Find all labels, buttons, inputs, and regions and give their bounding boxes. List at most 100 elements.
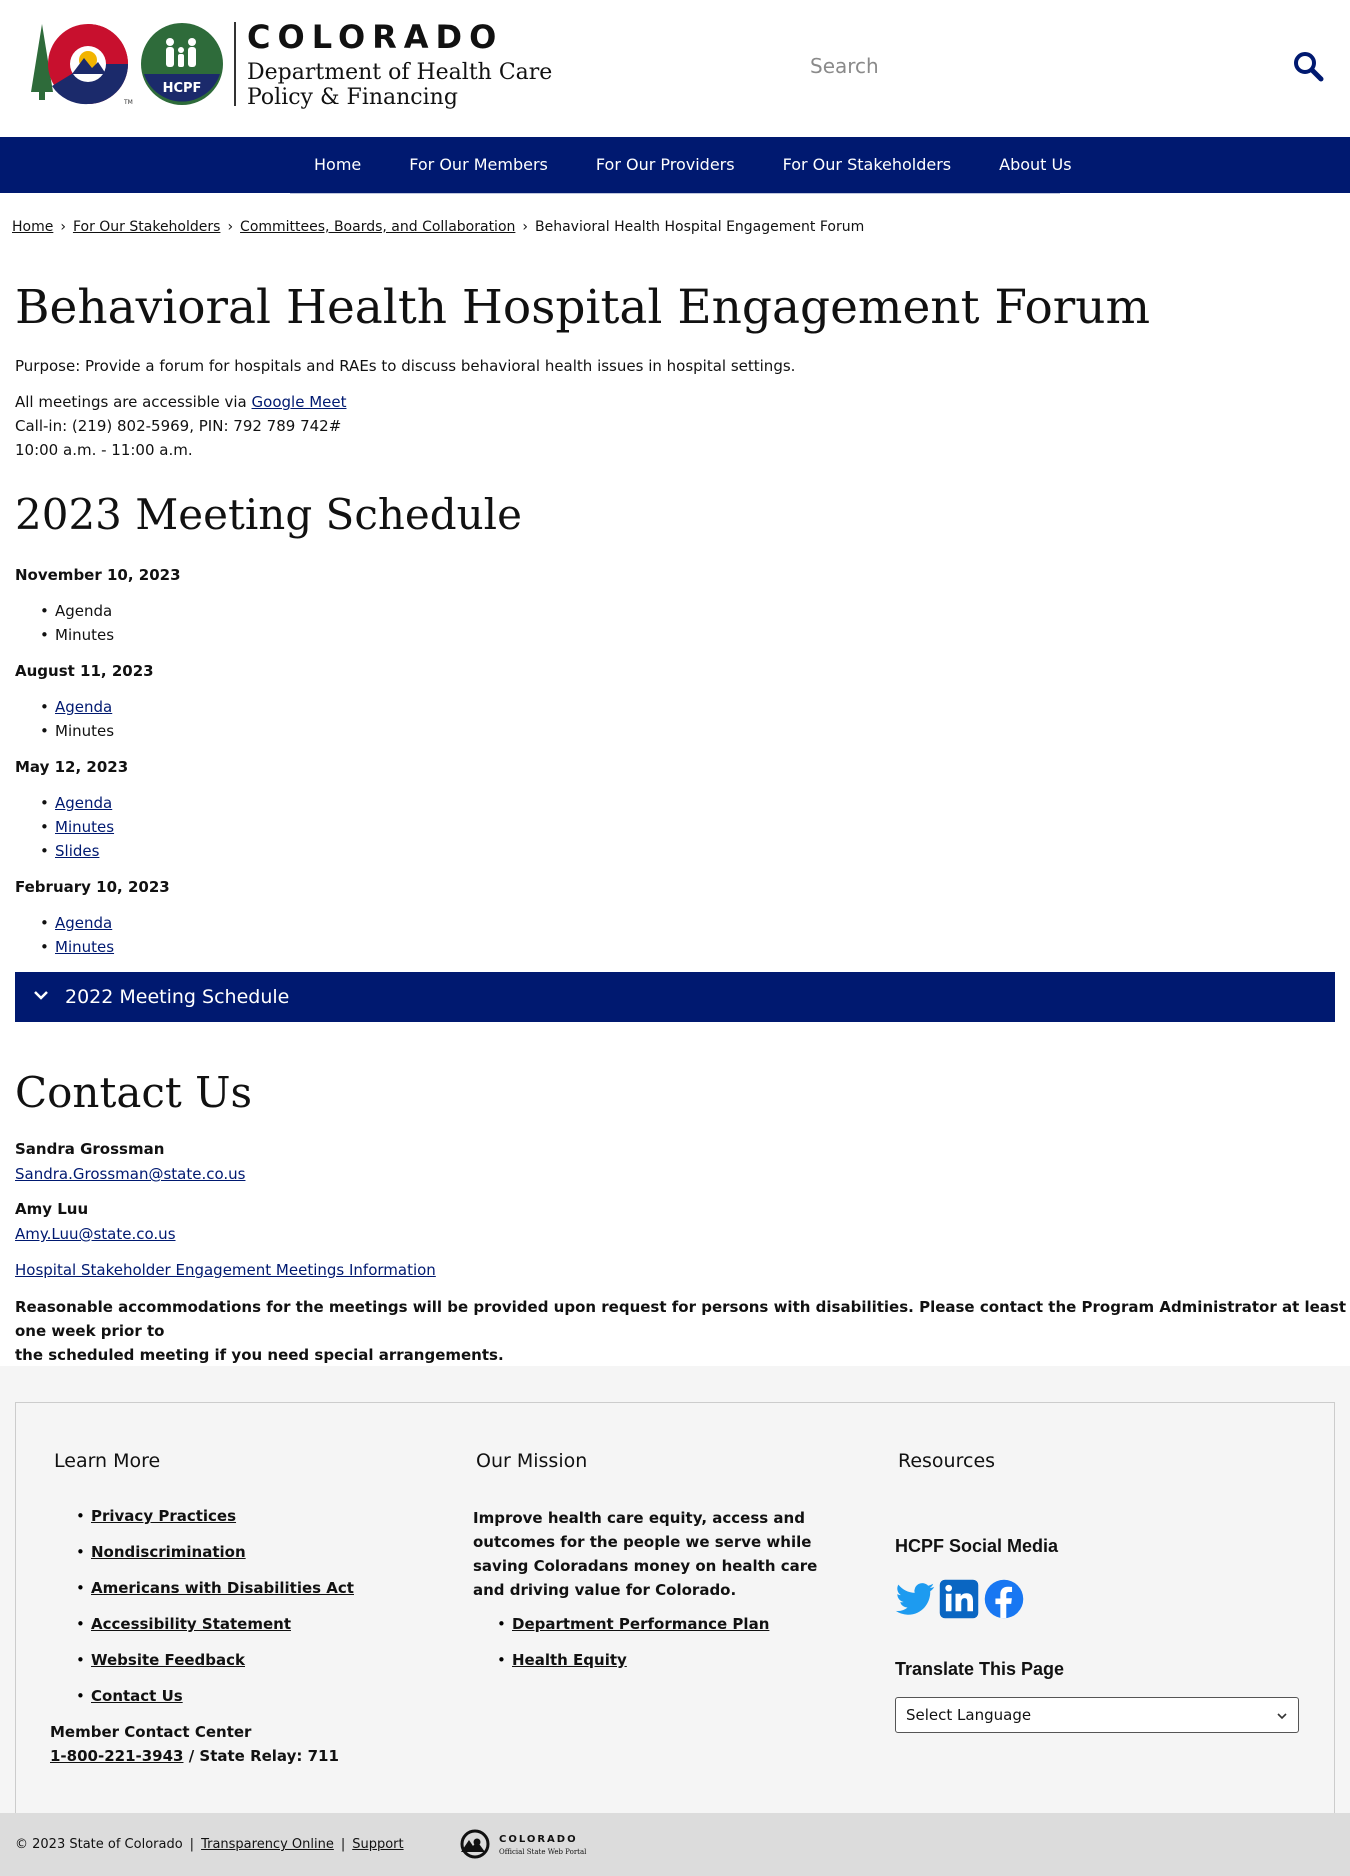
email-link[interactable]: Amy.Luu@state.co.us [15, 1225, 176, 1243]
footer-link-item: Americans with Disabilities Act [76, 1570, 354, 1606]
google-meet-link[interactable]: Google Meet [252, 393, 347, 411]
accordion-2022-schedule[interactable]: 2022 Meeting Schedule [15, 972, 1335, 1022]
state-relay: / State Relay: 711 [183, 1747, 339, 1765]
footer-link-item: Health Equity [497, 1642, 769, 1678]
hcpf-badge-text: HCPF [163, 81, 202, 96]
breadcrumb-committees[interactable]: Committees, Boards, and Collaboration [240, 219, 515, 235]
accommodation-text: Reasonable accommodations for the meetin… [15, 1295, 1350, 1367]
doc-item: Minutes [40, 719, 114, 743]
breadcrumb: Home › For Our Stakeholders › Committees… [12, 219, 864, 235]
contact-name: Amy Luu [15, 1200, 89, 1218]
privacy-link[interactable]: Privacy Practices [91, 1507, 236, 1525]
meeting-docs: Agenda Minutes [40, 911, 114, 959]
minutes-link[interactable]: Minutes [55, 938, 114, 956]
page-title: Behavioral Health Hospital Engagement Fo… [15, 280, 1151, 335]
time-text: 10:00 a.m. - 11:00 a.m. [15, 441, 193, 459]
breadcrumb-separator: › [522, 219, 528, 235]
nav-about[interactable]: About Us [975, 137, 1095, 193]
copyright-row: © 2023 State of Colorado | Transparency … [15, 1837, 404, 1852]
nav-home[interactable]: Home [290, 137, 385, 193]
accordion-label: 2022 Meeting Schedule [65, 986, 290, 1008]
colorado-logo[interactable]: TM [28, 22, 138, 106]
breadcrumb-separator: › [60, 219, 66, 235]
search-icon[interactable] [1292, 50, 1324, 82]
meeting-date: May 12, 2023 [15, 758, 129, 776]
access-text: All meetings are accessible via Google M… [15, 390, 346, 414]
health-equity-link[interactable]: Health Equity [512, 1651, 627, 1669]
support-link[interactable]: Support [352, 1837, 403, 1852]
contact-email: Amy.Luu@state.co.us [15, 1222, 176, 1246]
language-select[interactable]: Select Language [895, 1697, 1299, 1733]
accommodation-line1: Reasonable accommodations for the meetin… [15, 1298, 1347, 1340]
search-input[interactable] [810, 48, 1270, 84]
breadcrumb-home[interactable]: Home [12, 219, 53, 235]
footer-mission-title: Our Mission [476, 1450, 588, 1472]
brand-dept-line1: Department of Health Care [247, 60, 553, 85]
meeting-docs: Agenda Minutes [40, 599, 114, 647]
transparency-link[interactable]: Transparency Online [201, 1837, 334, 1852]
meeting-docs: Agenda Minutes [40, 695, 114, 743]
chevron-down-icon [34, 991, 48, 1000]
main-nav: Home For Our Members For Our Providers F… [0, 137, 1350, 193]
breadcrumb-current: Behavioral Health Hospital Engagement Fo… [535, 219, 865, 235]
hospital-info-link[interactable]: Hospital Stakeholder Engagement Meetings… [15, 1261, 436, 1279]
copyright-text: © 2023 State of Colorado [15, 1837, 183, 1852]
nondiscrimination-link[interactable]: Nondiscrimination [91, 1543, 246, 1561]
ada-link[interactable]: Americans with Disabilities Act [91, 1579, 354, 1597]
portal-name: COLORADO [499, 1834, 578, 1845]
language-selected: Select Language [906, 1706, 1032, 1724]
contact-us-link[interactable]: Contact Us [91, 1687, 183, 1705]
footer-learn-more-title: Learn More [54, 1450, 161, 1472]
mission-text: Improve health care equity, access and o… [473, 1509, 818, 1599]
agenda-link[interactable]: Agenda [55, 914, 112, 932]
agenda-link[interactable]: Agenda [55, 698, 112, 716]
minutes-link[interactable]: Minutes [55, 818, 114, 836]
callin-text: Call-in: (219) 802-5969, PIN: 792 789 74… [15, 417, 342, 435]
nav-providers[interactable]: For Our Providers [572, 137, 759, 193]
contact-name: Sandra Grossman [15, 1140, 165, 1158]
linkedin-icon[interactable] [938, 1578, 980, 1620]
translate-heading: Translate This Page [895, 1659, 1065, 1679]
phone-link[interactable]: 1-800-221-3943 [50, 1747, 183, 1765]
slides-link[interactable]: Slides [55, 842, 99, 860]
site-header: TM HCPF COLORADO Department of Health Ca… [0, 0, 1350, 137]
nav-underline [290, 193, 1060, 194]
breadcrumb-stakeholders[interactable]: For Our Stakeholders [73, 219, 220, 235]
doc-item: Minutes [40, 815, 114, 839]
contact-heading: Contact Us [15, 1068, 253, 1117]
brand-state: COLORADO [247, 18, 504, 56]
doc-item: Slides [40, 839, 114, 863]
breadcrumb-separator: › [227, 219, 234, 235]
mission-links: Department Performance Plan Health Equit… [497, 1606, 769, 1678]
chevron-down-icon [1277, 1713, 1287, 1720]
footer-resources-title: Resources [898, 1450, 996, 1472]
member-contact-center: Member Contact Center [50, 1723, 252, 1741]
accessibility-link[interactable]: Accessibility Statement [91, 1615, 291, 1633]
colorado-portal-logo[interactable]: COLORADO Official State Web Portal [455, 1826, 595, 1862]
agenda-link[interactable]: Agenda [55, 794, 112, 812]
performance-plan-link[interactable]: Department Performance Plan [512, 1615, 769, 1633]
email-link[interactable]: Sandra.Grossman@state.co.us [15, 1165, 245, 1183]
separator: | [189, 1837, 195, 1852]
meeting-date: February 10, 2023 [15, 878, 170, 896]
separator: | [340, 1837, 346, 1852]
footer-link-item: Accessibility Statement [76, 1606, 354, 1642]
nav-stakeholders[interactable]: For Our Stakeholders [759, 137, 976, 193]
nav-members[interactable]: For Our Members [385, 137, 572, 193]
doc-item: Agenda [40, 791, 114, 815]
accommodation-line2: the scheduled meeting if you need specia… [15, 1346, 504, 1364]
hcpf-logo[interactable]: HCPF [140, 22, 224, 106]
footer-link-item: Privacy Practices [76, 1498, 354, 1534]
doc-item: Minutes [40, 623, 114, 647]
twitter-icon[interactable] [894, 1578, 936, 1620]
doc-item: Agenda [40, 599, 114, 623]
access-prefix: All meetings are accessible via [15, 393, 252, 411]
feedback-link[interactable]: Website Feedback [91, 1651, 245, 1669]
phone-row: 1-800-221-3943 / State Relay: 711 [50, 1744, 339, 1768]
facebook-icon[interactable] [983, 1578, 1025, 1620]
doc-item: Agenda [40, 695, 114, 719]
svg-text:TM: TM [123, 99, 133, 106]
portal-sub: Official State Web Portal [499, 1848, 587, 1856]
meeting-date: November 10, 2023 [15, 566, 181, 584]
footer-link-item: Contact Us [76, 1678, 354, 1714]
